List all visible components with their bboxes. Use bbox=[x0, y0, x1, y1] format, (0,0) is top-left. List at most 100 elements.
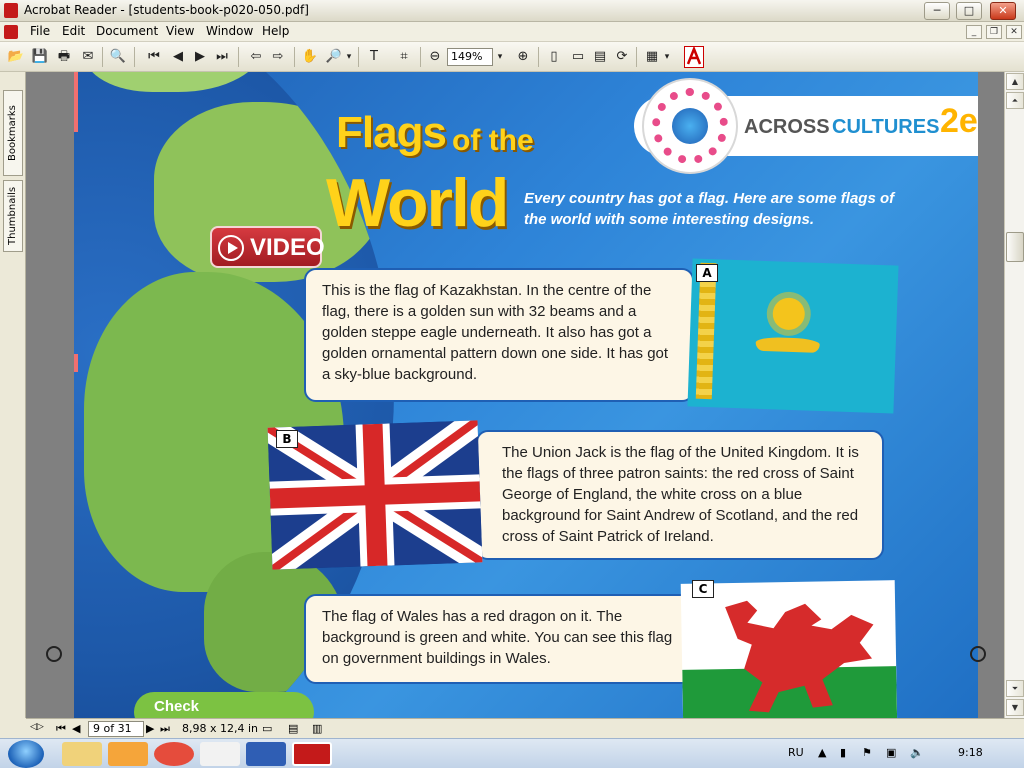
crosshair-icon bbox=[46, 646, 62, 662]
next-page-status-icon[interactable]: ▶ bbox=[146, 722, 154, 735]
title-bar: Acrobat Reader - [students-book-p020-050… bbox=[0, 0, 1024, 22]
text-box-b-content: The Union Jack is the flag of the United… bbox=[502, 444, 859, 545]
taskbar-yandex-icon[interactable] bbox=[154, 742, 194, 766]
toolbar-separator bbox=[538, 47, 539, 67]
find-icon[interactable]: 🔍 bbox=[108, 47, 128, 67]
tray-expand-icon[interactable]: ▲ bbox=[818, 746, 826, 759]
status-bar: ◁▷ ⏮ ◀ 9 of 31 ▶ ⏭ 8,98 x 12,4 in ▭ ▤ ▥ bbox=[26, 718, 1024, 738]
document-view[interactable]: Flags of the World Every country has got… bbox=[26, 72, 1004, 718]
chevron-down-icon[interactable]: ▾ bbox=[344, 47, 354, 67]
next-page-icon[interactable]: ▶ bbox=[190, 47, 210, 67]
scroll-up-button[interactable]: ▲ bbox=[1006, 73, 1024, 90]
network-icon[interactable]: ▮ bbox=[840, 746, 846, 759]
go-back-icon[interactable]: ⇦ bbox=[246, 47, 266, 67]
page-down-button[interactable]: ⏷ bbox=[1006, 680, 1024, 697]
actual-size-icon[interactable]: ▯ bbox=[544, 47, 564, 67]
chevron-down-icon[interactable]: ▾ bbox=[662, 47, 672, 67]
hand-tool-icon[interactable]: ✋ bbox=[300, 47, 320, 67]
banner-across: ACROSS bbox=[744, 116, 830, 138]
menu-document[interactable]: Document bbox=[96, 24, 158, 38]
first-page-status-icon[interactable]: ⏮ bbox=[56, 722, 66, 736]
window-title: Acrobat Reader - [students-book-p020-050… bbox=[24, 3, 309, 17]
vertical-scrollbar[interactable]: ▲ ⏶ ⏷ ▼ bbox=[1004, 72, 1024, 718]
volume-icon[interactable]: 🔈 bbox=[910, 746, 924, 759]
scroll-toggle-icon[interactable]: ◁▷ bbox=[30, 722, 44, 732]
taskbar-yandex-browser-icon[interactable] bbox=[200, 742, 240, 766]
zoom-in-icon[interactable]: ⊕ bbox=[513, 47, 533, 67]
power-icon[interactable]: ▣ bbox=[886, 746, 896, 759]
text-box-a: This is the flag of Kazakhstan. In the c… bbox=[304, 268, 694, 402]
union-jack-flag bbox=[267, 420, 483, 570]
snapshot-tool-icon[interactable]: ⌗ bbox=[394, 47, 414, 67]
banner-cultures: CULTURES bbox=[832, 116, 940, 138]
doc-restore-button[interactable]: ❐ bbox=[986, 25, 1002, 39]
tab-bookmarks[interactable]: Bookmarks bbox=[3, 90, 23, 176]
page-edge-mark bbox=[74, 354, 78, 372]
eagle-icon bbox=[755, 336, 820, 353]
fit-page-icon[interactable]: ▭ bbox=[568, 47, 588, 67]
toolbar-separator bbox=[134, 47, 135, 67]
doc-close-button[interactable]: ✕ bbox=[1006, 25, 1022, 39]
scroll-down-button[interactable]: ▼ bbox=[1006, 699, 1024, 716]
previous-page-icon[interactable]: ◀ bbox=[168, 47, 188, 67]
facing-pages-icon[interactable]: ▥ bbox=[312, 722, 322, 735]
scroll-thumb[interactable] bbox=[1006, 232, 1024, 262]
taskbar-media-icon[interactable] bbox=[108, 742, 148, 766]
menu-help[interactable]: Help bbox=[262, 24, 289, 38]
prev-page-status-icon[interactable]: ◀ bbox=[72, 722, 80, 735]
menu-edit[interactable]: Edit bbox=[62, 24, 85, 38]
single-page-icon[interactable]: ▭ bbox=[262, 722, 272, 735]
language-indicator[interactable]: RU bbox=[788, 746, 804, 759]
fit-width-icon[interactable]: ▤ bbox=[590, 47, 610, 67]
rotate-icon[interactable]: ⟳ bbox=[612, 47, 632, 67]
page-layout-icon[interactable]: ▦ bbox=[642, 47, 662, 67]
taskbar-word-icon[interactable] bbox=[246, 742, 286, 766]
document-icon[interactable] bbox=[4, 25, 18, 39]
zoom-out-icon[interactable]: ⊖ bbox=[425, 47, 445, 67]
page-number-field[interactable]: 9 of 31 bbox=[88, 721, 144, 737]
continuous-icon[interactable]: ▤ bbox=[288, 722, 298, 735]
tab-thumbnails[interactable]: Thumbnails bbox=[3, 180, 23, 252]
toolbar-separator bbox=[238, 47, 239, 67]
menu-view[interactable]: View bbox=[166, 24, 194, 38]
text-select-icon[interactable]: T bbox=[364, 47, 384, 67]
ornament-pattern bbox=[695, 262, 717, 400]
flag-icon[interactable]: ⚑ bbox=[862, 746, 872, 759]
crosshair-icon bbox=[970, 646, 986, 662]
menu-window[interactable]: Window bbox=[206, 24, 253, 38]
first-page-icon[interactable]: ⏮ bbox=[144, 47, 164, 67]
clock[interactable]: 9:18 bbox=[958, 746, 983, 759]
navigation-panel-tabs: Bookmarks Thumbnails bbox=[0, 72, 26, 718]
doc-minimize-button[interactable]: _ bbox=[966, 25, 982, 39]
email-icon[interactable]: ✉ bbox=[78, 47, 98, 67]
toolbar-separator bbox=[636, 47, 637, 67]
open-icon[interactable]: 📂 bbox=[6, 47, 26, 67]
adobe-logo-icon[interactable] bbox=[684, 45, 704, 68]
menu-file[interactable]: File bbox=[30, 24, 50, 38]
taskbar-acrobat-icon[interactable] bbox=[292, 742, 332, 766]
sun-icon bbox=[772, 297, 806, 331]
wales-flag bbox=[680, 580, 898, 718]
taskbar-explorer-icon[interactable] bbox=[62, 742, 102, 766]
minimize-button[interactable]: ─ bbox=[924, 2, 950, 20]
video-button[interactable]: VIDEO bbox=[210, 226, 325, 268]
zoom-tool-icon[interactable]: 🔎 bbox=[324, 47, 344, 67]
page-size-label: 8,98 x 12,4 in bbox=[182, 722, 259, 735]
toolbar-separator bbox=[420, 47, 421, 67]
maximize-button[interactable]: □ bbox=[956, 2, 982, 20]
zoom-input[interactable]: 149% bbox=[447, 48, 493, 66]
text-box-c-content: The flag of Wales has a red dragon on it… bbox=[322, 608, 673, 667]
video-label: VIDEO bbox=[250, 234, 325, 261]
last-page-status-icon[interactable]: ⏭ bbox=[160, 722, 170, 736]
start-button[interactable] bbox=[8, 740, 44, 768]
text-box-b: The Union Jack is the flag of the United… bbox=[476, 430, 884, 560]
save-icon[interactable]: 💾 bbox=[30, 47, 50, 67]
page-up-button[interactable]: ⏶ bbox=[1006, 92, 1024, 109]
last-page-icon[interactable]: ⏭ bbox=[212, 47, 232, 67]
text-box-a-content: This is the flag of Kazakhstan. In the c… bbox=[322, 282, 669, 383]
go-forward-icon[interactable]: ⇨ bbox=[268, 47, 288, 67]
zoom-dropdown-icon[interactable]: ▾ bbox=[494, 47, 506, 67]
print-icon[interactable]: 🖶 bbox=[54, 47, 74, 67]
close-button[interactable]: ✕ bbox=[990, 2, 1016, 20]
flag-tag-a: A bbox=[696, 264, 718, 282]
